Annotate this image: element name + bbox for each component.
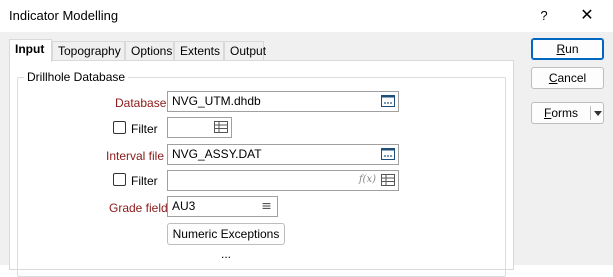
interval-file-field[interactable]: NVG_ASSY.DAT xyxy=(167,144,399,165)
forms-button[interactable]: Forms xyxy=(531,102,604,124)
filter-2-field[interactable]: f(x) xyxy=(167,170,399,191)
dialog-window: Indicator Modelling ? ✕ Input Topography… xyxy=(0,0,613,277)
filter-label: Filter xyxy=(131,122,158,136)
table-icon[interactable] xyxy=(214,121,228,133)
interval-file-label: Interval file xyxy=(106,149,165,163)
list-icon[interactable] xyxy=(261,200,272,212)
run-button[interactable]: Run xyxy=(531,38,604,60)
filter-2-checkbox[interactable] xyxy=(113,173,126,186)
function-icon[interactable]: f(x) xyxy=(359,174,376,186)
grade-field-select[interactable]: AU3 xyxy=(167,196,278,217)
filter-2-label: Filter xyxy=(131,174,158,188)
group-title: Drillhole Database xyxy=(24,70,129,84)
table-icon[interactable] xyxy=(381,174,395,186)
database-label: Database xyxy=(115,96,167,110)
help-button[interactable]: ? xyxy=(526,4,562,28)
title-bar: Indicator Modelling ? ✕ xyxy=(0,0,613,32)
grade-field-label: Grade field xyxy=(109,201,168,215)
database-field[interactable]: NVG_UTM.dhdb xyxy=(167,91,399,112)
tab-options[interactable]: Options xyxy=(125,41,174,61)
close-button[interactable]: ✕ xyxy=(569,4,605,28)
filter-field[interactable] xyxy=(167,117,232,138)
tab-topography[interactable]: Topography xyxy=(52,41,125,61)
numeric-exceptions-button[interactable]: Numeric Exceptions ... xyxy=(167,223,285,261)
forms-label: orms xyxy=(551,106,578,120)
tab-output[interactable]: Output xyxy=(224,41,266,61)
cancel-label: ancel xyxy=(557,71,587,85)
run-label: un xyxy=(565,42,579,56)
dialog-body: Input Topography Options Extents Output … xyxy=(0,32,613,277)
chevron-down-icon[interactable] xyxy=(594,111,602,116)
grade-field-value: AU3 xyxy=(172,199,196,213)
forms-label-wrap: Forms xyxy=(532,103,590,123)
interval-file-value: NVG_ASSY.DAT xyxy=(172,147,262,161)
drillhole-database-group: Drillhole Database Database NVG_UTM.dhdb xyxy=(17,70,506,277)
run-mnemonic: R xyxy=(556,42,566,56)
tab-extents[interactable]: Extents xyxy=(174,41,224,61)
filter-checkbox[interactable] xyxy=(113,121,126,134)
browse-icon[interactable] xyxy=(381,95,395,107)
browse-icon[interactable] xyxy=(381,148,395,160)
tab-input[interactable]: Input xyxy=(9,39,52,62)
cancel-button[interactable]: Cancel xyxy=(531,67,604,89)
window-title: Indicator Modelling xyxy=(9,8,119,23)
database-value: NVG_UTM.dhdb xyxy=(172,94,261,108)
input-tab-panel: Drillhole Database Database NVG_UTM.dhdb xyxy=(9,60,514,277)
forms-divider xyxy=(590,106,591,120)
